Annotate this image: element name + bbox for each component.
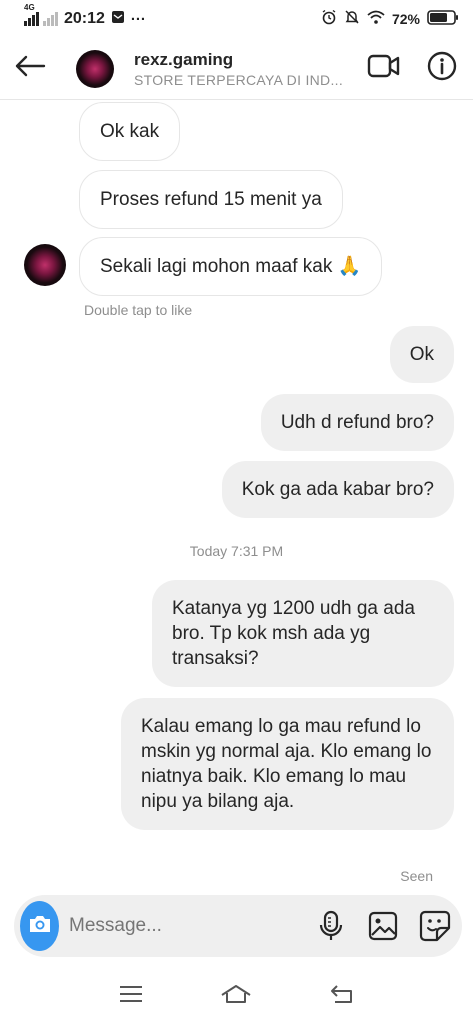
message-thread: Ok kak Proses refund 15 menit ya Sekali … [0,101,473,891]
microphone-icon[interactable] [314,909,348,943]
system-navigation-bar [0,968,473,1024]
video-camera-icon[interactable] [367,53,401,84]
status-bar: 4G 20:12 ··· 72% [0,0,473,38]
double-tap-hint: Double tap to like [84,302,193,318]
bio-subtitle: STORE TERPERCAYA DI IND... [134,71,344,88]
info-icon[interactable] [427,51,457,86]
sticker-icon[interactable] [418,909,452,943]
sender-avatar[interactable] [24,244,66,286]
username: rexz.gaming [134,49,234,69]
message-composer [14,895,462,957]
mail-icon [111,10,125,28]
network-type: 4G [24,3,35,12]
chat-header: rexz.gaming STORE TERPERCAYA DI IND... [0,38,473,100]
back-nav-icon[interactable] [329,983,355,1010]
camera-button[interactable] [20,901,59,951]
message-bubble[interactable]: Kalau emang lo ga mau refund lo mskin yg… [121,698,454,830]
battery-percent: 72% [391,11,420,27]
message-input[interactable] [69,915,314,937]
conversation-title[interactable]: rexz.gaming STORE TERPERCAYA DI IND... [134,50,344,88]
message-bubble[interactable]: Sekali lagi mohon maaf kak 🙏 [79,237,383,296]
alarm-icon [321,9,337,29]
avatar[interactable] [76,49,114,88]
arrow-left-icon [14,54,46,83]
back-button[interactable] [0,38,60,100]
camera-icon [27,913,53,940]
message-timestamp: Today 7:31 PM [189,543,284,559]
more-notifications: ··· [130,10,146,28]
battery-icon [427,9,459,29]
message-bubble[interactable]: Ok kak [79,102,181,161]
message-bubble[interactable]: Ok [389,326,454,383]
home-icon[interactable] [220,983,252,1010]
image-icon[interactable] [366,909,400,943]
message-bubble[interactable]: Kok ga ada kabar bro? [221,461,454,518]
mute-icon [344,9,360,29]
seen-indicator: Seen [400,868,433,884]
wifi-icon [367,10,385,28]
message-bubble[interactable]: Udh d refund bro? [260,394,454,451]
clock: 20:12 [64,10,105,27]
message-bubble[interactable]: Proses refund 15 menit ya [79,170,343,229]
signal-icon: 4G [24,3,58,26]
message-bubble[interactable]: Katanya yg 1200 udh ga ada bro. Tp kok m… [152,580,454,687]
menu-icon[interactable] [118,984,144,1009]
